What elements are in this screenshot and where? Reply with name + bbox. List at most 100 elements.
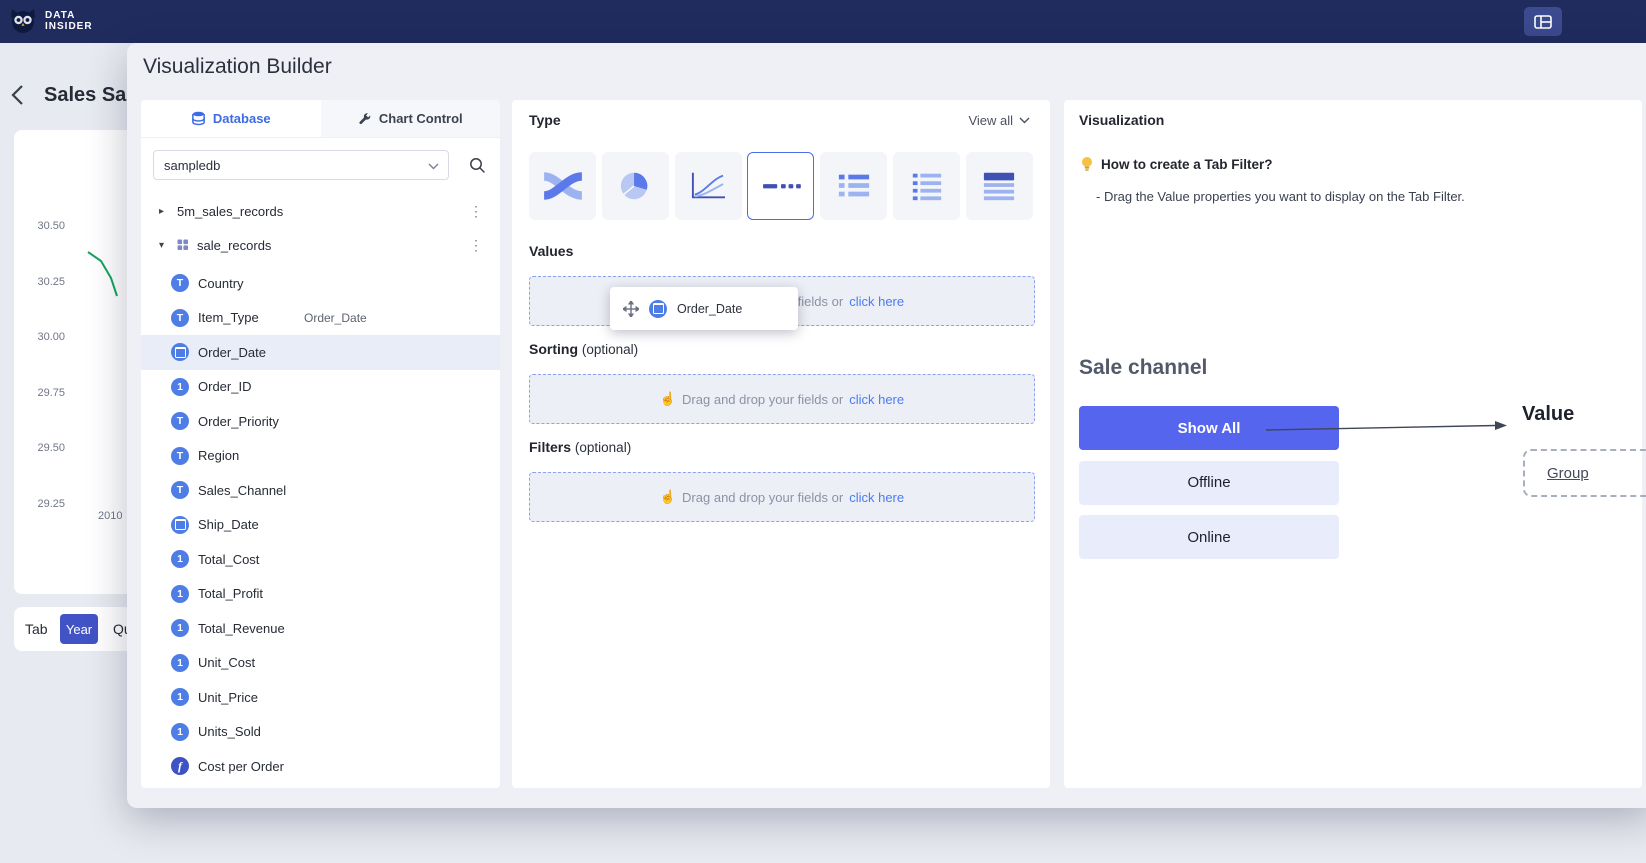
values-label-text: Values xyxy=(529,243,573,259)
grid-icon xyxy=(1534,15,1552,29)
filter-button-online[interactable]: Online xyxy=(1079,515,1339,559)
filter-button-offline[interactable]: Offline xyxy=(1079,461,1339,505)
kebab-menu-icon[interactable]: ⋮ xyxy=(466,203,486,220)
field-label: Order_ID xyxy=(198,379,251,394)
tab-chart-control[interactable]: Chart Control xyxy=(321,100,501,137)
view-all-button[interactable]: View all xyxy=(968,113,1030,128)
number-field-icon: 1 xyxy=(171,619,189,637)
number-field-icon: 1 xyxy=(171,654,189,672)
left-panel-tabs: Database Chart Control xyxy=(141,100,500,138)
line-series xyxy=(86,246,130,304)
filters-dropzone[interactable]: ☝ Drag and drop your fields or click her… xyxy=(529,472,1035,522)
field-label: Unit_Price xyxy=(198,690,258,705)
chart-type-list[interactable] xyxy=(893,152,960,220)
chart-type-dash-line[interactable] xyxy=(747,152,814,220)
number-field-icon: 1 xyxy=(171,550,189,568)
number-field-icon: 1 xyxy=(171,585,189,603)
chart-type-table[interactable] xyxy=(966,152,1033,220)
field-total-cost[interactable]: 1 Total_Cost xyxy=(141,542,500,577)
text-field-icon: T xyxy=(171,447,189,465)
click-here-link[interactable]: click here xyxy=(849,294,904,309)
visualization-builder-modal: Visualization Builder Database Chart Con… xyxy=(127,43,1646,808)
field-order-id[interactable]: 1 Order_ID xyxy=(141,370,500,405)
click-here-link[interactable]: click here xyxy=(849,490,904,505)
y-axis-tick: 30.50 xyxy=(37,220,65,232)
move-icon xyxy=(623,301,639,317)
database-select[interactable]: sampledb xyxy=(153,150,449,180)
tab-database-label: Database xyxy=(213,111,271,126)
field-label: Order_Date xyxy=(198,345,266,360)
field-units-sold[interactable]: 1 Units_Sold xyxy=(141,715,500,750)
field-item-type[interactable]: T Item_Type Order_Date xyxy=(141,301,500,336)
caret-down-icon[interactable]: ▾ xyxy=(159,240,169,251)
table-chart-icon xyxy=(978,169,1020,203)
field-unit-cost[interactable]: 1 Unit_Cost xyxy=(141,646,500,681)
kebab-menu-icon[interactable]: ⋮ xyxy=(466,237,486,254)
brand-line-2: INSIDER xyxy=(45,21,93,32)
chart-type-tab-filter[interactable] xyxy=(820,152,887,220)
tree-item-5m-sales-records[interactable]: ▸ 5m_sales_records ⋮ xyxy=(141,194,500,228)
wrench-icon xyxy=(358,112,372,126)
field-unit-price[interactable]: 1 Unit_Price xyxy=(141,680,500,715)
brand-line-1: DATA xyxy=(45,10,93,21)
filters-label-text: Filters xyxy=(529,439,571,455)
builder-panel: Type View all xyxy=(512,100,1050,788)
list-chart-icon xyxy=(906,169,948,203)
field-country[interactable]: T Country xyxy=(141,266,500,301)
field-total-profit[interactable]: 1 Total_Profit xyxy=(141,577,500,612)
caret-right-icon[interactable]: ▸ xyxy=(159,206,169,217)
field-ship-date[interactable]: Ship_Date xyxy=(141,508,500,543)
field-region[interactable]: T Region xyxy=(141,439,500,474)
tree-item-label: sale_records xyxy=(197,238,271,253)
chevron-down-icon xyxy=(428,163,439,170)
dashboard-grid-button[interactable] xyxy=(1524,7,1562,36)
sorting-label-text: Sorting xyxy=(529,341,578,357)
click-here-link[interactable]: click here xyxy=(849,392,904,407)
tip-body: - Drag the Value properties you want to … xyxy=(1096,189,1465,204)
field-sales-channel[interactable]: T Sales_Channel xyxy=(141,473,500,508)
field-label: Total_Profit xyxy=(198,586,263,601)
field-label: Sales_Channel xyxy=(198,483,286,498)
field-total-revenue[interactable]: 1 Total_Revenue xyxy=(141,611,500,646)
dropzone-hint: Drag and drop your fields or xyxy=(682,490,843,505)
brand-logo[interactable]: DATA INSIDER xyxy=(8,6,93,36)
field-label: Ship_Date xyxy=(198,517,259,532)
chart-type-pie[interactable] xyxy=(602,152,669,220)
tab-filter-year-button[interactable]: Year xyxy=(60,614,98,644)
dash-line-chart-icon xyxy=(760,169,802,203)
type-label: Type xyxy=(529,112,561,128)
drag-ghost[interactable]: Order_Date xyxy=(610,287,798,330)
field-label: Unit_Cost xyxy=(198,655,255,670)
tab-filter-chart-icon xyxy=(833,169,875,203)
field-order-date[interactable]: Order_Date xyxy=(141,335,500,370)
chevron-down-icon xyxy=(1019,117,1030,124)
x-axis-tick: 2010 xyxy=(98,510,122,522)
chart-type-sankey[interactable] xyxy=(529,152,596,220)
field-label: Order_Priority xyxy=(198,414,279,429)
values-section-label: Values xyxy=(529,243,573,259)
tree-item-sale-records[interactable]: ▾ sale_records ⋮ xyxy=(141,228,500,262)
filters-section-label: Filters (optional) xyxy=(529,439,631,455)
group-link[interactable]: Group xyxy=(1547,465,1589,482)
tab-database[interactable]: Database xyxy=(141,100,321,137)
sorting-section-label: Sorting (optional) xyxy=(529,341,638,357)
sorting-dropzone[interactable]: ☝ Drag and drop your fields or click her… xyxy=(529,374,1035,424)
field-cost-per-order[interactable]: f Cost per Order xyxy=(141,749,500,784)
table-icon xyxy=(177,239,189,251)
tree-item-label: 5m_sales_records xyxy=(177,204,283,219)
field-order-priority[interactable]: T Order_Priority xyxy=(141,404,500,439)
y-axis-tick: 29.50 xyxy=(37,442,65,454)
text-field-icon: T xyxy=(171,274,189,292)
chart-type-line[interactable] xyxy=(675,152,742,220)
back-button[interactable] xyxy=(10,84,24,111)
database-select-value: sampledb xyxy=(164,158,220,173)
y-axis-tick: 30.00 xyxy=(37,331,65,343)
search-icon[interactable] xyxy=(468,156,486,174)
value-section-label: Value xyxy=(1522,403,1574,426)
group-dropzone[interactable]: Group xyxy=(1523,449,1646,497)
y-axis-tick: 29.25 xyxy=(37,498,65,510)
owl-logo-icon xyxy=(8,6,38,36)
drag-hand-icon: ☝ xyxy=(660,489,676,505)
chart-title: Sale channel xyxy=(1079,356,1207,380)
tip-title: How to create a Tab Filter? xyxy=(1101,157,1273,172)
